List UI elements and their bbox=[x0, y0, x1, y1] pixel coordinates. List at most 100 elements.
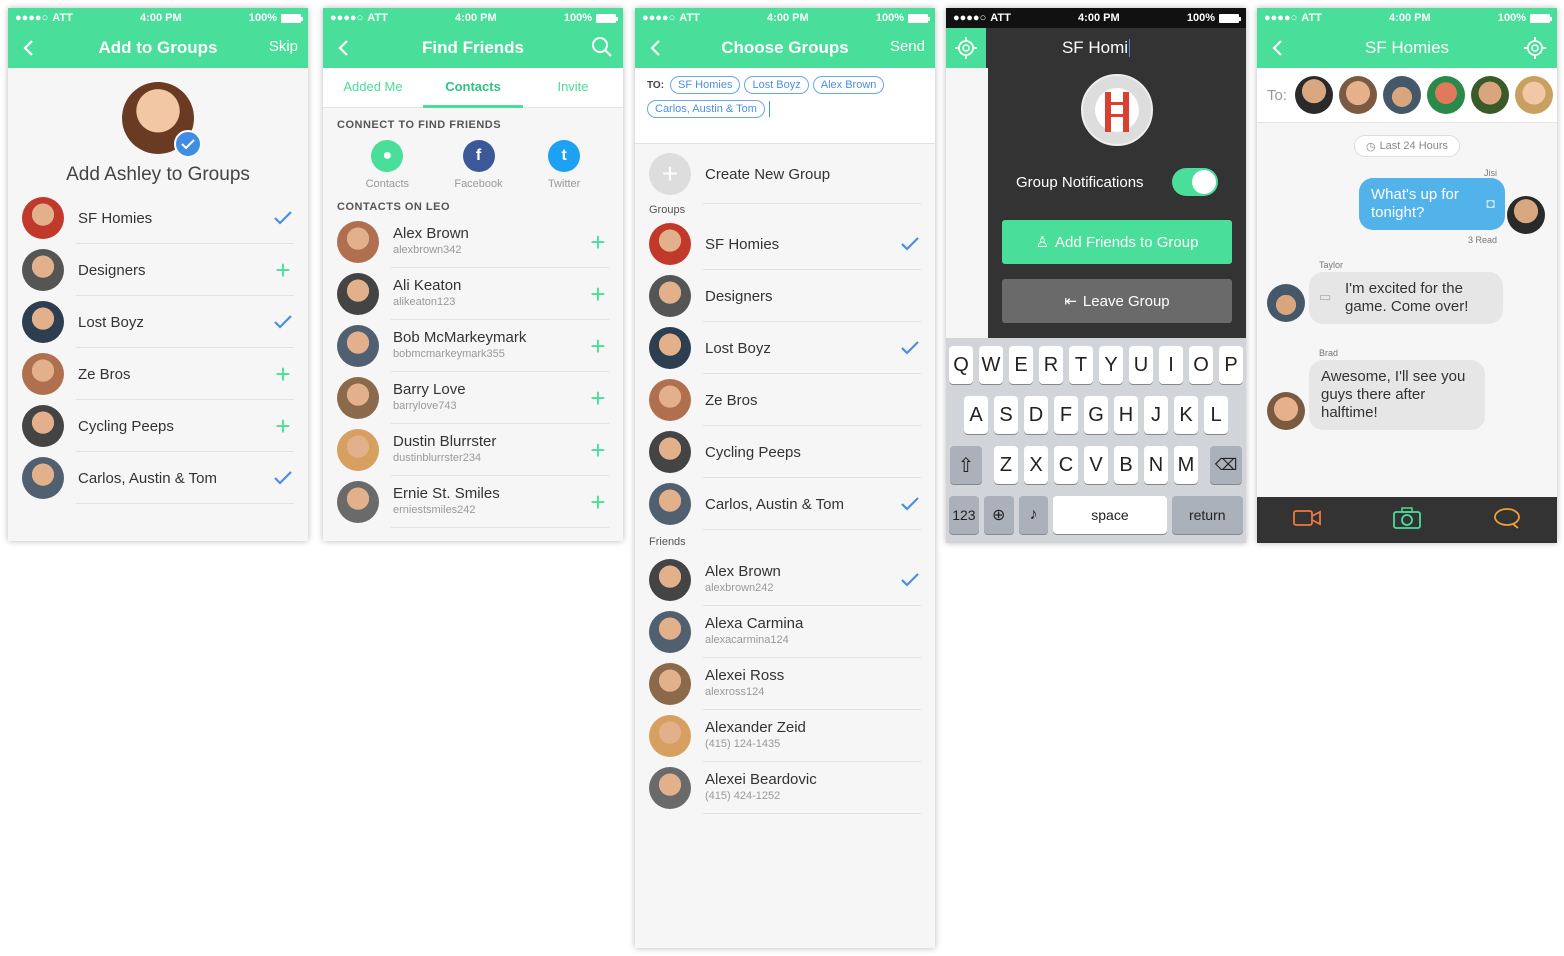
back-button[interactable] bbox=[331, 36, 355, 60]
key-l[interactable]: L bbox=[1204, 396, 1228, 434]
key-o[interactable]: O bbox=[1189, 346, 1213, 384]
group-row[interactable]: Cycling Peeps + bbox=[8, 400, 308, 452]
back-button[interactable] bbox=[1265, 36, 1289, 60]
gear-icon[interactable] bbox=[946, 28, 986, 68]
friend-row[interactable]: Alexei Ross alexross124 bbox=[635, 658, 935, 710]
numbers-key[interactable]: 123 bbox=[949, 496, 979, 534]
group-row[interactable]: Carlos, Austin & Tom bbox=[635, 478, 935, 530]
add-friends-button[interactable]: ♙ Add Friends to Group bbox=[1002, 220, 1232, 264]
plus-icon[interactable]: + bbox=[587, 229, 609, 255]
key-t[interactable]: T bbox=[1069, 346, 1093, 384]
back-button[interactable] bbox=[16, 36, 40, 60]
checkmark-icon[interactable] bbox=[272, 311, 294, 333]
group-row[interactable]: SF Homies bbox=[8, 192, 308, 244]
avatar[interactable] bbox=[1295, 76, 1334, 114]
message-bubble[interactable]: What's up for tonight? ◘ bbox=[1359, 178, 1505, 230]
send-button[interactable]: Send bbox=[890, 38, 925, 55]
avatar[interactable] bbox=[1427, 76, 1466, 114]
contact-row[interactable]: Barry Love barrylove743 + bbox=[323, 372, 623, 424]
skip-button[interactable]: Skip bbox=[269, 38, 298, 55]
key-i[interactable]: I bbox=[1159, 346, 1183, 384]
key-a[interactable]: A bbox=[964, 396, 988, 434]
key-w[interactable]: W bbox=[979, 346, 1003, 384]
group-row[interactable]: Designers bbox=[635, 270, 935, 322]
checkmark-icon[interactable] bbox=[272, 207, 294, 229]
plus-icon[interactable]: + bbox=[587, 489, 609, 515]
friend-row[interactable]: Alexei Beardovic (415) 424-1252 bbox=[635, 762, 935, 814]
group-row[interactable]: Ze Bros + bbox=[8, 348, 308, 400]
key-e[interactable]: E bbox=[1009, 346, 1033, 384]
friend-row[interactable]: Alexa Carmina alexacarmina124 bbox=[635, 606, 935, 658]
friend-row[interactable]: Alex Brown alexbrown242 bbox=[635, 554, 935, 606]
recipient-chip[interactable]: Alex Brown bbox=[812, 76, 885, 94]
key-q[interactable]: Q bbox=[949, 346, 973, 384]
key-z[interactable]: Z bbox=[994, 446, 1018, 484]
key-b[interactable]: B bbox=[1114, 446, 1138, 484]
checkmark-icon[interactable] bbox=[899, 233, 921, 255]
shift-key[interactable]: ⇧ bbox=[950, 446, 982, 484]
tab-invite[interactable]: Invite bbox=[523, 68, 623, 107]
plus-icon[interactable]: + bbox=[272, 361, 294, 387]
plus-icon[interactable]: + bbox=[272, 257, 294, 283]
key-v[interactable]: V bbox=[1084, 446, 1108, 484]
globe-icon[interactable]: ⊕ bbox=[983, 496, 1014, 534]
back-button[interactable] bbox=[643, 36, 667, 60]
key-g[interactable]: G bbox=[1084, 396, 1108, 434]
contact-row[interactable]: Dustin Blurrster dustinblurrster234 + bbox=[323, 424, 623, 476]
avatar[interactable] bbox=[1339, 76, 1378, 114]
time-filter-pill[interactable]: ◷ Last 24 Hours bbox=[1354, 135, 1460, 157]
selection-slot[interactable] bbox=[899, 673, 921, 695]
key-c[interactable]: C bbox=[1054, 446, 1078, 484]
key-u[interactable]: U bbox=[1129, 346, 1153, 384]
microphone-icon[interactable]: ♪ bbox=[1018, 496, 1049, 534]
avatar[interactable] bbox=[1515, 76, 1554, 114]
chat-bubble-icon[interactable] bbox=[1493, 507, 1521, 534]
key-r[interactable]: R bbox=[1039, 346, 1063, 384]
recipients-box[interactable]: TO: SF Homies Lost Boyz Alex Brown Carlo… bbox=[635, 68, 935, 144]
recipient-chip[interactable]: Carlos, Austin & Tom bbox=[647, 100, 765, 118]
return-key[interactable]: return bbox=[1171, 496, 1243, 534]
leave-group-button[interactable]: ⇤ Leave Group bbox=[1002, 279, 1232, 323]
selection-slot[interactable] bbox=[899, 777, 921, 799]
group-row[interactable]: Designers + bbox=[8, 244, 308, 296]
backspace-key[interactable]: ⌫ bbox=[1210, 446, 1242, 484]
recipient-chip[interactable]: SF Homies bbox=[670, 76, 741, 94]
group-row[interactable]: Ze Bros bbox=[635, 374, 935, 426]
group-row[interactable]: Cycling Peeps bbox=[635, 426, 935, 478]
plus-icon[interactable]: + bbox=[587, 385, 609, 411]
space-key[interactable]: space bbox=[1053, 496, 1167, 534]
group-name-input[interactable]: SF Homi bbox=[1062, 38, 1128, 58]
key-s[interactable]: S bbox=[994, 396, 1018, 434]
gear-icon[interactable] bbox=[1523, 36, 1547, 65]
key-p[interactable]: P bbox=[1219, 346, 1243, 384]
selection-slot[interactable] bbox=[899, 389, 921, 411]
key-h[interactable]: H bbox=[1114, 396, 1138, 434]
message-bubble[interactable]: ▭ I'm excited for the game. Come over! bbox=[1309, 272, 1503, 324]
contact-row[interactable]: Ernie St. Smiles erniestsmiles242 + bbox=[323, 476, 623, 528]
selection-slot[interactable] bbox=[899, 621, 921, 643]
contact-row[interactable]: Bob McMarkeymark bobmcmarkeymark355 + bbox=[323, 320, 623, 372]
key-j[interactable]: J bbox=[1144, 396, 1168, 434]
checkmark-icon[interactable] bbox=[899, 493, 921, 515]
key-k[interactable]: K bbox=[1174, 396, 1198, 434]
avatar[interactable] bbox=[1471, 76, 1510, 114]
selection-slot[interactable] bbox=[899, 285, 921, 307]
key-d[interactable]: D bbox=[1024, 396, 1048, 434]
message-bubble[interactable]: Awesome, I'll see you guys there after h… bbox=[1309, 360, 1485, 430]
plus-icon[interactable]: + bbox=[272, 413, 294, 439]
plus-icon[interactable]: + bbox=[587, 333, 609, 359]
key-y[interactable]: Y bbox=[1099, 346, 1123, 384]
notifications-toggle[interactable] bbox=[1172, 168, 1218, 196]
key-m[interactable]: M bbox=[1174, 446, 1198, 484]
group-row[interactable]: Carlos, Austin & Tom bbox=[8, 452, 308, 504]
checkmark-icon[interactable] bbox=[899, 337, 921, 359]
checkmark-icon[interactable] bbox=[899, 569, 921, 591]
group-avatar[interactable] bbox=[1081, 74, 1153, 146]
key-f[interactable]: F bbox=[1054, 396, 1078, 434]
connect-facebook-button[interactable]: f Facebook bbox=[454, 140, 503, 190]
checkmark-icon[interactable] bbox=[272, 467, 294, 489]
video-icon[interactable] bbox=[1293, 509, 1321, 532]
contact-row[interactable]: Alex Brown alexbrown342 + bbox=[323, 216, 623, 268]
plus-icon[interactable]: + bbox=[587, 437, 609, 463]
group-row[interactable]: Lost Boyz bbox=[635, 322, 935, 374]
